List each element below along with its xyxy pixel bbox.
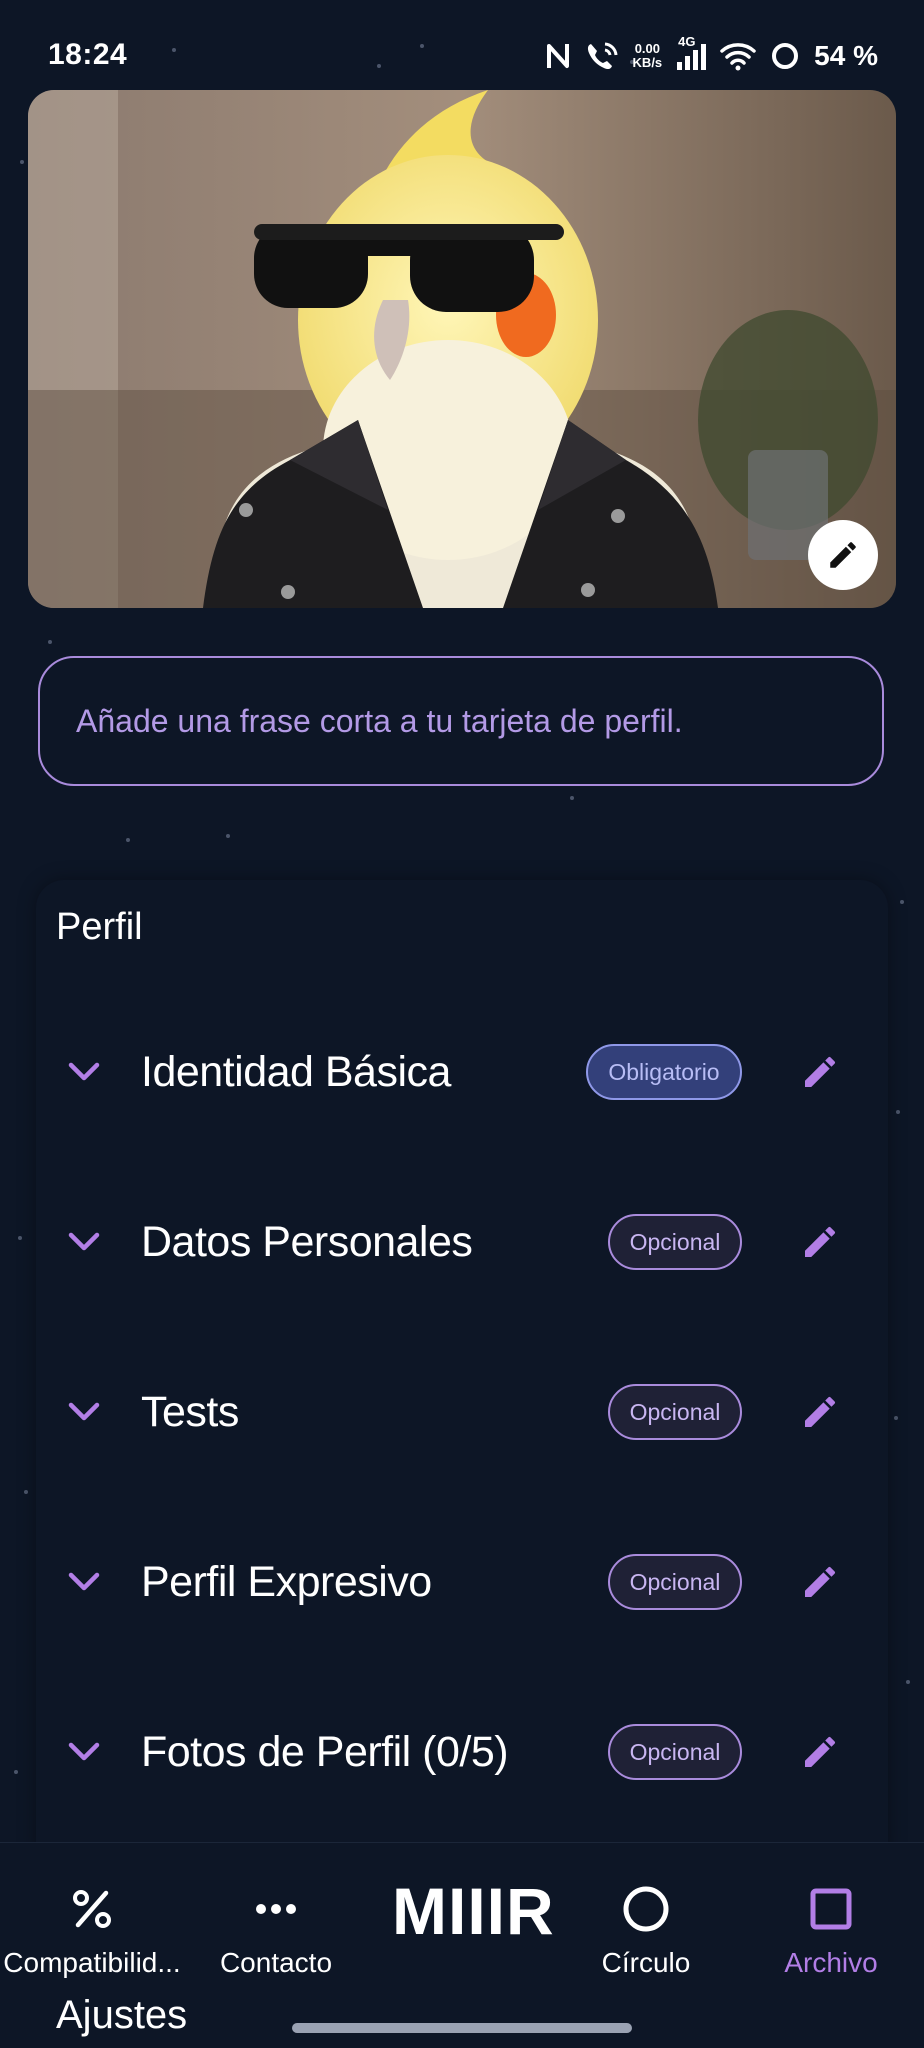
chevron-down-icon[interactable] bbox=[64, 1732, 104, 1772]
nav-circulo[interactable]: Círculo bbox=[576, 1879, 716, 1979]
pencil-icon[interactable] bbox=[796, 1218, 844, 1266]
background-dot bbox=[126, 838, 130, 842]
more-dots-icon bbox=[254, 1879, 298, 1939]
status-icons: 0.00 KB/s 4G 54 % bbox=[545, 34, 878, 76]
home-indicator[interactable] bbox=[292, 2023, 632, 2033]
wifi-calling-icon bbox=[585, 40, 619, 72]
battery-ring-icon bbox=[770, 41, 800, 71]
chevron-down-icon[interactable] bbox=[64, 1052, 104, 1092]
background-dot bbox=[18, 1236, 22, 1240]
optional-badge: Opcional bbox=[608, 1214, 742, 1270]
phrase-placeholder: Añade una frase corta a tu tarjeta de pe… bbox=[76, 702, 683, 739]
background-dot bbox=[906, 1680, 910, 1684]
nav-compatibilidad[interactable]: Compatibilid... bbox=[0, 1879, 184, 1979]
required-badge: Obligatorio bbox=[586, 1044, 742, 1100]
section-identidad-basica[interactable]: Identidad Básica Obligatorio bbox=[36, 1012, 888, 1132]
app-screen: 18:24 0.00 KB/s 4G 54 % Añade una frase … bbox=[0, 0, 924, 2048]
section-label: Perfil Expresivo bbox=[141, 1557, 432, 1606]
section-label: Fotos de Perfil (0/5) bbox=[141, 1727, 509, 1776]
background-dot bbox=[894, 1416, 898, 1420]
section-label: Identidad Básica bbox=[141, 1047, 451, 1096]
background-dot bbox=[48, 640, 52, 644]
percent-icon bbox=[70, 1879, 114, 1939]
section-tests[interactable]: Tests Opcional bbox=[36, 1352, 888, 1472]
background-dot bbox=[896, 1110, 900, 1114]
nav-archivo[interactable]: Archivo bbox=[768, 1879, 894, 1979]
edit-photo-button[interactable] bbox=[808, 520, 878, 590]
optional-badge: Opcional bbox=[608, 1384, 742, 1440]
background-dot bbox=[14, 1770, 18, 1774]
pencil-icon[interactable] bbox=[796, 1048, 844, 1096]
section-fotos-de-perfil[interactable]: Fotos de Perfil (0/5) Opcional bbox=[36, 1692, 888, 1812]
status-time: 18:24 bbox=[48, 38, 128, 71]
profile-title: Perfil bbox=[56, 906, 143, 948]
pencil-icon[interactable] bbox=[796, 1558, 844, 1606]
background-dot bbox=[570, 796, 574, 800]
network-speed: 0.00 KB/s bbox=[632, 41, 663, 70]
chevron-down-icon[interactable] bbox=[64, 1392, 104, 1432]
section-label: Datos Personales bbox=[141, 1217, 473, 1266]
signal-icon: 4G bbox=[676, 34, 707, 72]
section-perfil-expresivo[interactable]: Perfil Expresivo Opcional bbox=[36, 1522, 888, 1642]
optional-badge: Opcional bbox=[608, 1554, 742, 1610]
nav-label: Compatibilid... bbox=[3, 1947, 181, 1978]
pencil-icon bbox=[826, 538, 860, 572]
profile-card: Perfil Identidad Básica Obligatorio Dato… bbox=[36, 880, 888, 1870]
optional-badge: Opcional bbox=[608, 1724, 742, 1780]
background-dot bbox=[24, 1490, 28, 1494]
chevron-down-icon[interactable] bbox=[64, 1222, 104, 1262]
pencil-icon[interactable] bbox=[796, 1728, 844, 1776]
wifi-icon bbox=[720, 41, 756, 71]
battery-level: 54 % bbox=[814, 40, 878, 71]
nav-ajustes[interactable]: Ajustes bbox=[56, 1993, 187, 2038]
square-icon bbox=[810, 1879, 852, 1939]
profile-photo bbox=[28, 90, 896, 608]
chevron-down-icon[interactable] bbox=[64, 1562, 104, 1602]
pencil-icon[interactable] bbox=[796, 1388, 844, 1436]
nfc-icon bbox=[545, 41, 571, 71]
section-label: Tests bbox=[141, 1387, 239, 1436]
nav-contacto[interactable]: Contacto bbox=[200, 1879, 352, 1979]
brand-logo[interactable]: MIIIR bbox=[392, 1873, 555, 1949]
bottom-navigation: Compatibilid... Contacto MIIIR Círculo A… bbox=[0, 1842, 924, 2048]
background-dot bbox=[226, 834, 230, 838]
nav-label: Contacto bbox=[219, 1947, 333, 1978]
background-dot bbox=[900, 900, 904, 904]
circle-icon bbox=[621, 1879, 671, 1939]
background-dot bbox=[20, 160, 24, 164]
section-datos-personales[interactable]: Datos Personales Opcional bbox=[36, 1182, 888, 1302]
nav-label: Archivo bbox=[784, 1947, 878, 1978]
profile-phrase-input[interactable]: Añade una frase corta a tu tarjeta de pe… bbox=[38, 656, 884, 786]
nav-label: Círculo bbox=[601, 1947, 691, 1978]
